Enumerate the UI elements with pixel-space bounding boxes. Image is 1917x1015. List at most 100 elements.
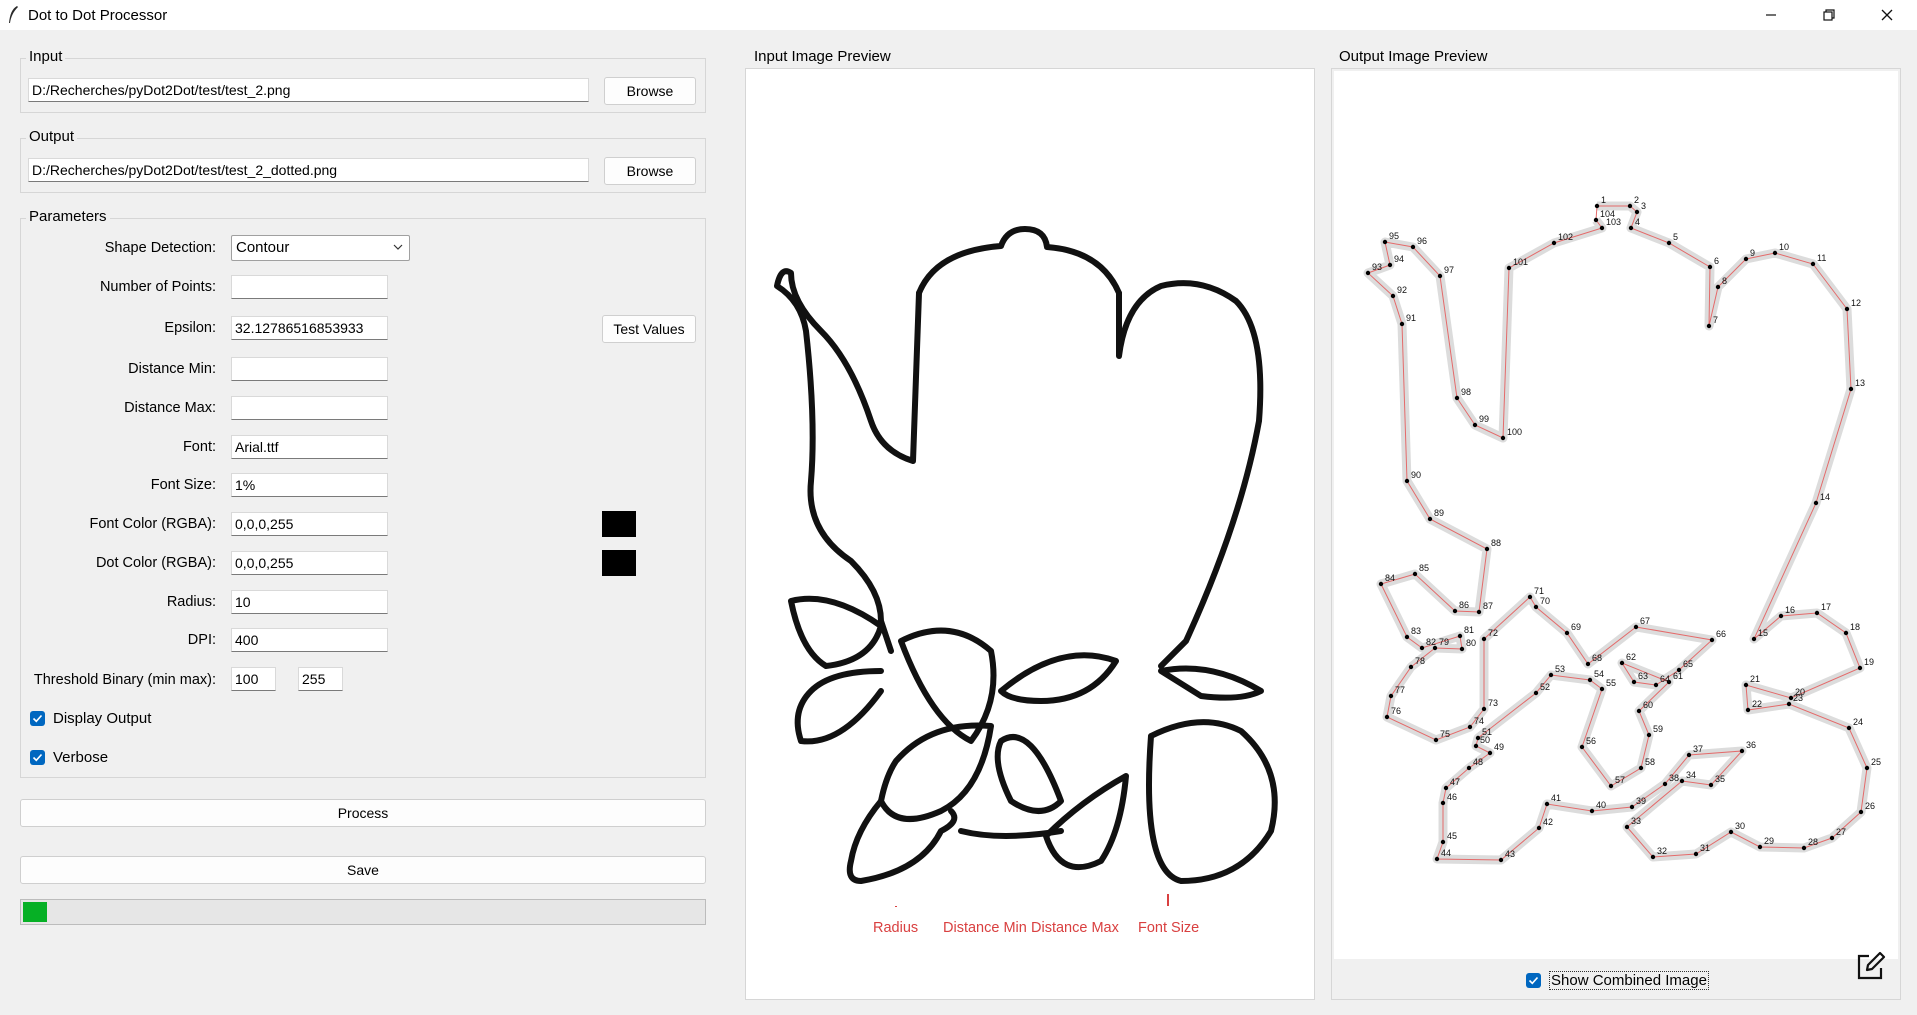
dot-72 bbox=[1481, 636, 1487, 642]
dot-label-63: 63 bbox=[1638, 671, 1648, 681]
display-output-checkbox[interactable]: Display Output bbox=[30, 710, 151, 727]
output-path-field[interactable]: D:/Recherches/pyDot2Dot/test/test_2_dott… bbox=[28, 158, 589, 182]
close-button[interactable] bbox=[1858, 0, 1916, 30]
dot-104 bbox=[1593, 217, 1599, 223]
dot-label-55: 55 bbox=[1606, 678, 1616, 688]
dot-label-73: 73 bbox=[1488, 698, 1498, 708]
dot-label-39: 39 bbox=[1636, 796, 1646, 806]
dot-color-swatch[interactable] bbox=[602, 550, 636, 576]
dot-label-25: 25 bbox=[1871, 757, 1881, 767]
dot-92 bbox=[1390, 293, 1396, 299]
title-bar: Dot to Dot Processor bbox=[0, 0, 1917, 30]
dot-label-85: 85 bbox=[1419, 563, 1429, 573]
dot-label-23: 23 bbox=[1793, 693, 1803, 703]
dot-41 bbox=[1544, 801, 1550, 807]
epsilon-field[interactable]: 32.12786516853933 bbox=[231, 316, 388, 340]
display-output-label: Display Output bbox=[53, 710, 152, 727]
dot-label-41: 41 bbox=[1551, 793, 1561, 803]
font-color-swatch[interactable] bbox=[602, 511, 636, 537]
radius-label: Radius: bbox=[166, 594, 216, 610]
verbose-checkbox[interactable]: Verbose bbox=[30, 749, 108, 766]
output-browse-button[interactable]: Browse bbox=[604, 157, 696, 185]
dot-81 bbox=[1457, 633, 1463, 639]
dot-40 bbox=[1589, 808, 1595, 814]
threshold-label: Threshold Binary (min max): bbox=[33, 672, 216, 688]
dot-66 bbox=[1709, 637, 1715, 643]
dot-87 bbox=[1476, 609, 1482, 615]
dot-95 bbox=[1382, 239, 1388, 245]
dot-45 bbox=[1440, 839, 1446, 845]
dot-59 bbox=[1646, 732, 1652, 738]
shape-detection-select[interactable]: Contour bbox=[231, 235, 410, 261]
process-button[interactable]: Process bbox=[20, 799, 706, 827]
output-preview-label: Output Image Preview bbox=[1336, 48, 1491, 65]
output-group-label: Output bbox=[26, 128, 78, 145]
dot-color-field[interactable]: 0,0,0,255 bbox=[231, 551, 388, 575]
font-label: Font: bbox=[182, 439, 216, 455]
dot-53 bbox=[1548, 672, 1554, 678]
dot-label-61: 61 bbox=[1673, 671, 1683, 681]
font-field[interactable]: Arial.ttf bbox=[231, 435, 388, 459]
dot-label-29: 29 bbox=[1764, 836, 1774, 846]
dot-label-90: 90 bbox=[1411, 470, 1421, 480]
input-path-field[interactable]: D:/Recherches/pyDot2Dot/test/test_2.png bbox=[28, 78, 589, 102]
dot-label-101: 101 bbox=[1513, 257, 1528, 267]
dot-label-86: 86 bbox=[1459, 600, 1469, 610]
dot-label-65: 65 bbox=[1683, 659, 1693, 669]
progress-fill bbox=[23, 902, 47, 922]
dot-52 bbox=[1533, 690, 1539, 696]
radius-field[interactable]: 10 bbox=[231, 590, 388, 614]
dot-label-83: 83 bbox=[1411, 626, 1421, 636]
font-color-field[interactable]: 0,0,0,255 bbox=[231, 512, 388, 536]
dpi-field[interactable]: 400 bbox=[231, 628, 388, 652]
test-values-button[interactable]: Test Values bbox=[602, 315, 696, 343]
dot-31 bbox=[1693, 851, 1699, 857]
edit-button[interactable] bbox=[1850, 947, 1890, 987]
dot-57 bbox=[1608, 783, 1614, 789]
dot-label-91: 91 bbox=[1406, 313, 1416, 323]
dot-2 bbox=[1627, 203, 1633, 209]
minimize-button[interactable] bbox=[1742, 0, 1800, 30]
input-preview-label: Input Image Preview bbox=[751, 48, 894, 65]
font-size-field[interactable]: 1% bbox=[231, 473, 388, 497]
dot-1 bbox=[1594, 203, 1600, 209]
threshold-min-field[interactable]: 100 bbox=[231, 667, 276, 691]
dot-label-94: 94 bbox=[1394, 254, 1404, 264]
num-points-field[interactable] bbox=[231, 275, 388, 299]
input-preview-canvas: Radius Distance Min Distance Max Font Si… bbox=[745, 68, 1315, 1000]
dot-89 bbox=[1427, 516, 1433, 522]
input-browse-button[interactable]: Browse bbox=[604, 77, 696, 105]
restore-icon bbox=[1823, 9, 1835, 21]
distance-min-field[interactable] bbox=[231, 357, 388, 381]
threshold-max-field[interactable]: 255 bbox=[298, 667, 343, 691]
dot-44 bbox=[1434, 856, 1440, 862]
dot-100 bbox=[1500, 435, 1506, 441]
dot-to-dot-drawing: 1 2345678910111213141516 17181920212223242… bbox=[1363, 195, 1881, 865]
dot-label-27: 27 bbox=[1836, 827, 1846, 837]
dot-62 bbox=[1619, 660, 1625, 666]
num-points-label: Number of Points: bbox=[99, 279, 216, 295]
dot-58 bbox=[1638, 765, 1644, 771]
dot-7 bbox=[1706, 323, 1712, 329]
dot-33 bbox=[1624, 824, 1630, 830]
distance-max-field[interactable] bbox=[231, 396, 388, 420]
shape-detection-value: Contour bbox=[236, 239, 290, 256]
dot-label-40: 40 bbox=[1596, 800, 1606, 810]
dot-6 bbox=[1707, 264, 1713, 270]
dot-68 bbox=[1585, 661, 1591, 667]
dot-75 bbox=[1433, 737, 1439, 743]
dot-label-81: 81 bbox=[1464, 625, 1474, 635]
parameters-group bbox=[20, 218, 706, 778]
dot-label-79: 79 bbox=[1439, 637, 1449, 647]
dot-label-60: 60 bbox=[1643, 700, 1653, 710]
show-combined-image-checkbox[interactable]: Show Combined Image bbox=[1526, 971, 1709, 990]
input-group-label: Input bbox=[26, 48, 66, 65]
save-button[interactable]: Save bbox=[20, 856, 706, 884]
overlay-distance-max-label: Distance Max bbox=[1031, 920, 1119, 936]
dot-label-7: 7 bbox=[1713, 315, 1718, 325]
dot-label-102: 102 bbox=[1558, 232, 1573, 242]
dot-19 bbox=[1857, 665, 1863, 671]
dot-label-95: 95 bbox=[1389, 231, 1399, 241]
restore-button[interactable] bbox=[1800, 0, 1858, 30]
dot-color-label: Dot Color (RGBA): bbox=[95, 555, 216, 571]
